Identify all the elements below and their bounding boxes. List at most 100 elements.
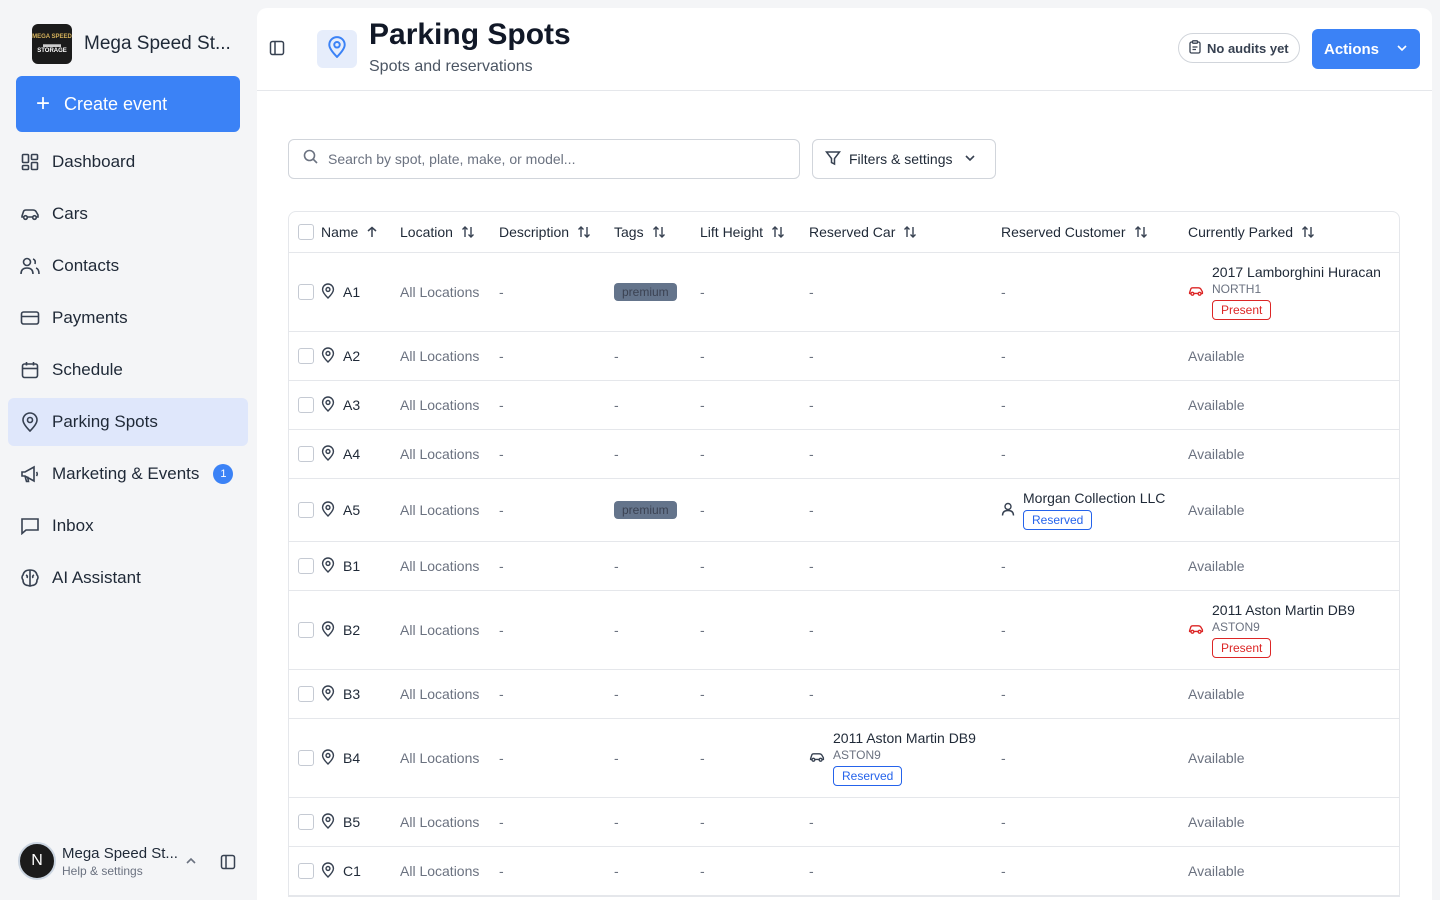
table-row[interactable]: B3 All Locations - - - - - Available <box>289 670 1399 719</box>
column-header-currently-parked[interactable]: Currently Parked <box>1188 212 1315 252</box>
table-row[interactable]: A1 All Locations - premium - - - 2017 Lamborghi… <box>289 253 1399 332</box>
row-checkbox[interactable] <box>298 542 314 590</box>
map-pin-icon <box>321 620 335 640</box>
row-checkbox[interactable] <box>298 591 314 669</box>
empty-value: - <box>1001 558 1006 574</box>
empty-value: - <box>614 814 619 830</box>
lift-height-text: - <box>700 814 705 830</box>
empty-value: - <box>1001 284 1006 300</box>
table-row[interactable]: A4 All Locations - - - - - Available <box>289 430 1399 479</box>
cell-description: - <box>499 719 504 797</box>
spot-name[interactable]: B3 <box>343 686 360 702</box>
sidebar-item-parking-spots[interactable]: Parking Spots <box>8 398 248 446</box>
cell-currently-parked: Available <box>1188 719 1245 797</box>
cell-description: - <box>499 332 504 380</box>
brand[interactable]: MEGA SPEED ▬▬ STORAGE Mega Speed St... <box>32 24 231 64</box>
spot-name[interactable]: B5 <box>343 814 360 830</box>
column-header-reserved-customer[interactable]: Reserved Customer <box>1001 212 1148 252</box>
select-all-checkbox[interactable] <box>298 212 314 252</box>
brand-name: Mega Speed St... <box>84 33 231 54</box>
parked-car[interactable]: 2011 Aston Martin DB9 ASTON9 Present <box>1188 602 1355 658</box>
spot-name[interactable]: A3 <box>343 397 360 413</box>
create-event-button[interactable]: + Create event <box>16 76 240 132</box>
row-checkbox[interactable] <box>298 798 314 846</box>
map-pin-icon <box>321 556 335 576</box>
reserved-car[interactable]: 2011 Aston Martin DB9 ASTON9 Reserved <box>809 730 976 786</box>
spot-name[interactable]: B2 <box>343 622 360 638</box>
sidebar-item-inbox[interactable]: Inbox <box>8 502 248 550</box>
table-row[interactable]: A3 All Locations - - - - - Available <box>289 381 1399 430</box>
user-menu[interactable]: N Mega Speed St... Help & settings <box>18 842 236 880</box>
cell-reserved-customer: - <box>1001 670 1006 718</box>
cell-reserved-customer: - <box>1001 253 1006 331</box>
row-checkbox[interactable] <box>298 253 314 331</box>
table-row[interactable]: C1 All Locations - - - - - Available <box>289 847 1399 896</box>
column-header-name[interactable]: Name <box>321 212 378 252</box>
empty-value: - <box>809 814 814 830</box>
calendar-icon <box>20 360 40 380</box>
column-header-tags[interactable]: Tags <box>614 212 666 252</box>
row-checkbox[interactable] <box>298 670 314 718</box>
row-checkbox[interactable] <box>298 847 314 895</box>
row-checkbox[interactable] <box>298 381 314 429</box>
description-text: - <box>499 284 504 300</box>
spot-name[interactable]: A1 <box>343 284 360 300</box>
spot-name[interactable]: A4 <box>343 446 360 462</box>
location-text: All Locations <box>400 284 480 300</box>
panel-toggle-icon[interactable] <box>269 40 285 61</box>
description-text: - <box>499 348 504 364</box>
search-input[interactable] <box>328 151 768 167</box>
spot-name[interactable]: A5 <box>343 502 360 518</box>
spot-name[interactable]: B1 <box>343 558 360 574</box>
sidebar-collapse-icon[interactable] <box>220 854 236 875</box>
row-checkbox[interactable] <box>298 719 314 797</box>
cell-lift-height: - <box>700 719 705 797</box>
column-header-lift-height[interactable]: Lift Height <box>700 212 785 252</box>
sidebar-item-contacts[interactable]: Contacts <box>8 242 248 290</box>
column-header-location[interactable]: Location <box>400 212 475 252</box>
cell-location: All Locations <box>400 847 479 895</box>
cell-reserved-car: - <box>809 332 814 380</box>
search-icon <box>303 149 318 169</box>
table-row[interactable]: B4 All Locations - - - 2011 Aston Martin DB9 A… <box>289 719 1399 798</box>
spot-name[interactable]: C1 <box>343 863 361 879</box>
row-checkbox[interactable] <box>298 430 314 478</box>
sidebar-item-schedule[interactable]: Schedule <box>8 346 248 394</box>
sidebar-item-dashboard[interactable]: Dashboard <box>8 138 248 186</box>
sort-icon <box>903 225 917 239</box>
actions-label: Actions <box>1324 40 1380 58</box>
column-header-description[interactable]: Description <box>499 212 591 252</box>
reserved-customer[interactable]: Morgan Collection LLC Reserved <box>1001 490 1165 530</box>
audit-status-badge[interactable]: No audits yet <box>1178 33 1300 63</box>
map-pin-icon <box>321 395 335 415</box>
table-row[interactable]: B1 All Locations - - - - - Available <box>289 542 1399 591</box>
empty-value: - <box>614 446 619 462</box>
cell-reserved-car: - <box>809 542 814 590</box>
search-bar[interactable] <box>288 139 800 179</box>
row-checkbox[interactable] <box>298 479 314 541</box>
parked-car[interactable]: 2017 Lamborghini Huracan NORTH1 Present <box>1188 264 1381 320</box>
filters-settings-button[interactable]: Filters & settings <box>812 139 996 179</box>
sidebar-item-label: Cars <box>52 204 88 223</box>
row-checkbox[interactable] <box>298 332 314 380</box>
map-pin-icon <box>321 444 335 464</box>
brain-icon <box>20 568 40 588</box>
table-row[interactable]: B5 All Locations - - - - - Available <box>289 798 1399 847</box>
map-pin-icon <box>20 412 40 432</box>
column-header-reserved-car[interactable]: Reserved Car <box>809 212 917 252</box>
location-text: All Locations <box>400 502 480 518</box>
table-row[interactable]: A2 All Locations - - - - - Available <box>289 332 1399 381</box>
sidebar-item-ai-assistant[interactable]: AI Assistant <box>8 554 248 602</box>
cell-location: All Locations <box>400 798 479 846</box>
empty-value: - <box>809 284 814 300</box>
sidebar-item-marketing-events[interactable]: Marketing & Events 1 <box>8 450 248 498</box>
sidebar-item-payments[interactable]: Payments <box>8 294 248 342</box>
empty-value: - <box>614 558 619 574</box>
spot-name[interactable]: A2 <box>343 348 360 364</box>
spot-name[interactable]: B4 <box>343 750 360 766</box>
sidebar-item-cars[interactable]: Cars <box>8 190 248 238</box>
chevron-up-icon[interactable] <box>186 854 196 868</box>
actions-button[interactable]: Actions <box>1312 29 1420 69</box>
table-row[interactable]: A5 All Locations - premium - - Morgan Collecti… <box>289 479 1399 542</box>
table-row[interactable]: B2 All Locations - - - - - 2011 Aston Martin DB… <box>289 591 1399 670</box>
